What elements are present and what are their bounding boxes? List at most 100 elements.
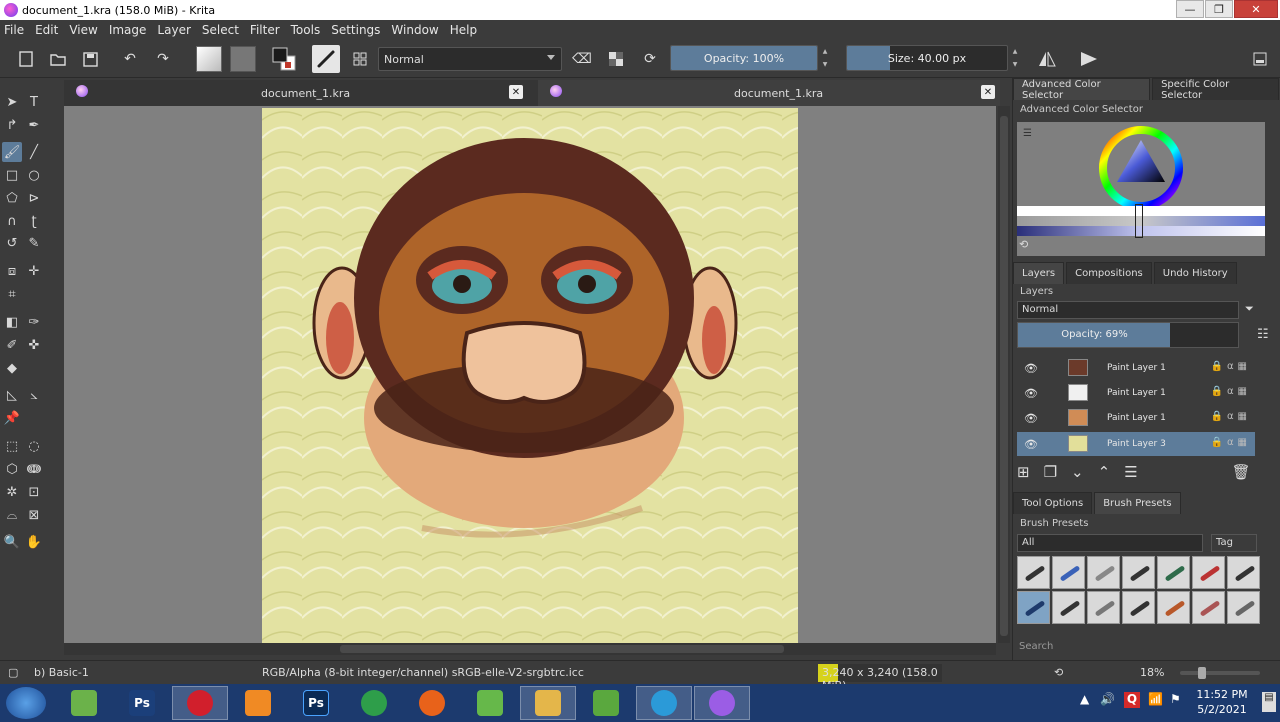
menu-view[interactable]: View <box>69 23 97 37</box>
ellipse-select-icon[interactable]: ◌ <box>24 436 44 456</box>
brush-preset-icon[interactable] <box>312 45 340 73</box>
zoom-tool-icon[interactable]: 🔍 <box>2 532 22 552</box>
brush-preset[interactable] <box>1122 556 1155 589</box>
contiguous-select-icon[interactable]: ✲ <box>2 482 22 502</box>
restore-button[interactable]: ❐ <box>1205 0 1233 18</box>
dynamic-brush-icon[interactable]: ↺ <box>2 233 22 253</box>
horizontal-scroll-thumb[interactable] <box>340 645 784 653</box>
brush-preset[interactable] <box>1227 556 1260 589</box>
reload-preset-icon[interactable]: ⟳ <box>640 49 660 69</box>
color-wheel[interactable] <box>1097 124 1185 212</box>
opacity-spinner[interactable]: ▲ ▼ <box>820 45 830 71</box>
mirror-horizontal-icon[interactable] <box>1036 49 1058 69</box>
gradient-preset-icon[interactable] <box>196 46 222 72</box>
bezier-select-icon[interactable]: ⌓ <box>2 505 22 525</box>
rotate-canvas-icon[interactable]: ⟲ <box>1054 666 1063 679</box>
brush-preset[interactable] <box>1192 591 1225 624</box>
layer-lock-alpha-icons[interactable]: 🔒α▦ <box>1211 411 1252 422</box>
menu-window[interactable]: Window <box>391 23 438 37</box>
layer-blend-mode-select[interactable]: Normal <box>1017 301 1239 319</box>
menu-select[interactable]: Select <box>202 23 239 37</box>
visibility-eye-icon[interactable]: 👁 <box>1024 362 1038 375</box>
layer-row[interactable]: 👁 Paint Layer 1 🔒α▦ <box>1017 356 1255 380</box>
redo-icon[interactable]: ↷ <box>153 49 173 69</box>
brush-preset[interactable] <box>1087 591 1120 624</box>
transform-tool-icon[interactable]: ⧈ <box>2 261 22 281</box>
brush-preset[interactable] <box>1227 591 1260 624</box>
tray-expand-icon[interactable]: ▲ <box>1080 692 1089 706</box>
taskbar-app-krita[interactable] <box>694 686 750 720</box>
brush-settings-icon[interactable] <box>350 49 370 69</box>
size-slider[interactable]: Size: 40.00 px <box>846 45 1008 71</box>
vertical-scrollbar[interactable] <box>998 106 1010 643</box>
brush-preset[interactable] <box>1192 556 1225 589</box>
open-document-icon[interactable] <box>48 49 68 69</box>
freehand-path-icon[interactable]: ʈ <box>24 211 44 231</box>
reference-image-icon[interactable]: 📌 <box>2 408 22 428</box>
taskbar-app-krita-green[interactable] <box>56 686 112 720</box>
minimize-button[interactable]: — <box>1176 0 1204 18</box>
move-layer-down-icon[interactable]: ⌄ <box>1071 463 1084 481</box>
zoom-slider-knob[interactable] <box>1198 667 1206 679</box>
notifications-icon[interactable]: ▤ <box>1262 692 1276 712</box>
preserve-alpha-icon[interactable] <box>606 49 626 69</box>
taskbar-app-chrome[interactable] <box>346 686 402 720</box>
crop-tool-icon[interactable]: ⌗ <box>2 284 22 304</box>
system-clock[interactable]: 11:52 PM 5/2/2021 <box>1196 687 1248 717</box>
fill-tool-icon[interactable]: ◆ <box>2 358 22 378</box>
layer-row-selected[interactable]: 👁 Paint Layer 3 🔒α▦ <box>1017 432 1255 456</box>
assistant-tool-icon[interactable]: ◺ <box>2 385 22 405</box>
taskbar-app-photoshop-2[interactable]: Ps <box>288 686 344 720</box>
brush-search-input[interactable]: Search <box>1017 638 1273 656</box>
security-q-icon[interactable]: Q <box>1124 692 1140 708</box>
smart-patch-icon[interactable]: ✜ <box>24 335 44 355</box>
freehand-select-icon[interactable]: ↈ <box>24 459 44 479</box>
layer-lock-alpha-icons[interactable]: 🔒α▦ <box>1211 361 1252 372</box>
eraser-icon[interactable]: ⌫ <box>572 49 592 69</box>
menu-filter[interactable]: Filter <box>250 23 280 37</box>
polygon-select-icon[interactable]: ⬡ <box>2 459 22 479</box>
taskbar-app-krita-green-3[interactable] <box>578 686 634 720</box>
layer-lock-alpha-icons[interactable]: 🔒α▦ <box>1211 437 1252 448</box>
brush-preset[interactable] <box>1157 591 1190 624</box>
select-shapes-icon[interactable]: ➤ <box>2 92 22 112</box>
layer-filter-icon[interactable]: ⏷ <box>1245 302 1254 316</box>
visibility-eye-icon[interactable]: 👁 <box>1024 412 1038 425</box>
color-picker-icon[interactable]: ✑ <box>24 312 44 332</box>
delete-layer-icon[interactable]: 🗑 <box>1232 463 1251 481</box>
gradient-tool-icon[interactable]: ◧ <box>2 312 22 332</box>
polyline-tool-icon[interactable]: ⊳ <box>24 188 44 208</box>
tab-compositions[interactable]: Compositions <box>1066 262 1152 284</box>
menu-tools[interactable]: Tools <box>291 23 321 37</box>
horizontal-scrollbar[interactable] <box>64 643 996 655</box>
tab-advanced-color-selector[interactable]: Advanced Color Selector <box>1013 78 1151 101</box>
taskbar-app-krita-green-2[interactable] <box>462 686 518 720</box>
tab-tool-options[interactable]: Tool Options <box>1013 492 1093 514</box>
taskbar-app-opera[interactable] <box>172 686 228 720</box>
taskbar-app-telegram[interactable] <box>636 686 692 720</box>
duplicate-layer-icon[interactable]: ❐ <box>1044 463 1057 481</box>
taskbar-app-firefox[interactable] <box>404 686 460 720</box>
menu-edit[interactable]: Edit <box>35 23 58 37</box>
line-tool-icon[interactable]: ╱ <box>24 142 44 162</box>
add-layer-icon[interactable]: ⊞ <box>1017 463 1030 481</box>
layer-row[interactable]: 👁 Paint Layer 1 🔒α▦ <box>1017 406 1255 430</box>
zoom-slider[interactable] <box>1180 667 1260 679</box>
vertical-scroll-thumb[interactable] <box>1000 116 1008 636</box>
new-document-icon[interactable] <box>16 49 36 69</box>
brush-preset-active[interactable] <box>1017 591 1050 624</box>
size-spinner[interactable]: ▲ ▼ <box>1010 45 1020 71</box>
colorize-mask-icon[interactable]: ✐ <box>2 335 22 355</box>
color-settings-icon[interactable]: ☰ <box>1023 128 1032 139</box>
brush-tag-button[interactable]: Tag <box>1211 534 1257 552</box>
color-history-icon[interactable]: ⟲ <box>1019 238 1028 251</box>
layer-properties-icon[interactable]: ☷ <box>1257 327 1269 342</box>
brush-preset[interactable] <box>1017 556 1050 589</box>
volume-icon[interactable]: 🔊 <box>1100 692 1115 706</box>
similar-select-icon[interactable]: ⊡ <box>24 482 44 502</box>
multibrush-icon[interactable]: ✎ <box>24 233 44 253</box>
polygon-tool-icon[interactable]: ⬠ <box>2 188 22 208</box>
pan-tool-icon[interactable]: ✋ <box>24 532 44 552</box>
move-layer-up-icon[interactable]: ⌃ <box>1098 463 1111 481</box>
tab-undo-history[interactable]: Undo History <box>1153 262 1237 284</box>
